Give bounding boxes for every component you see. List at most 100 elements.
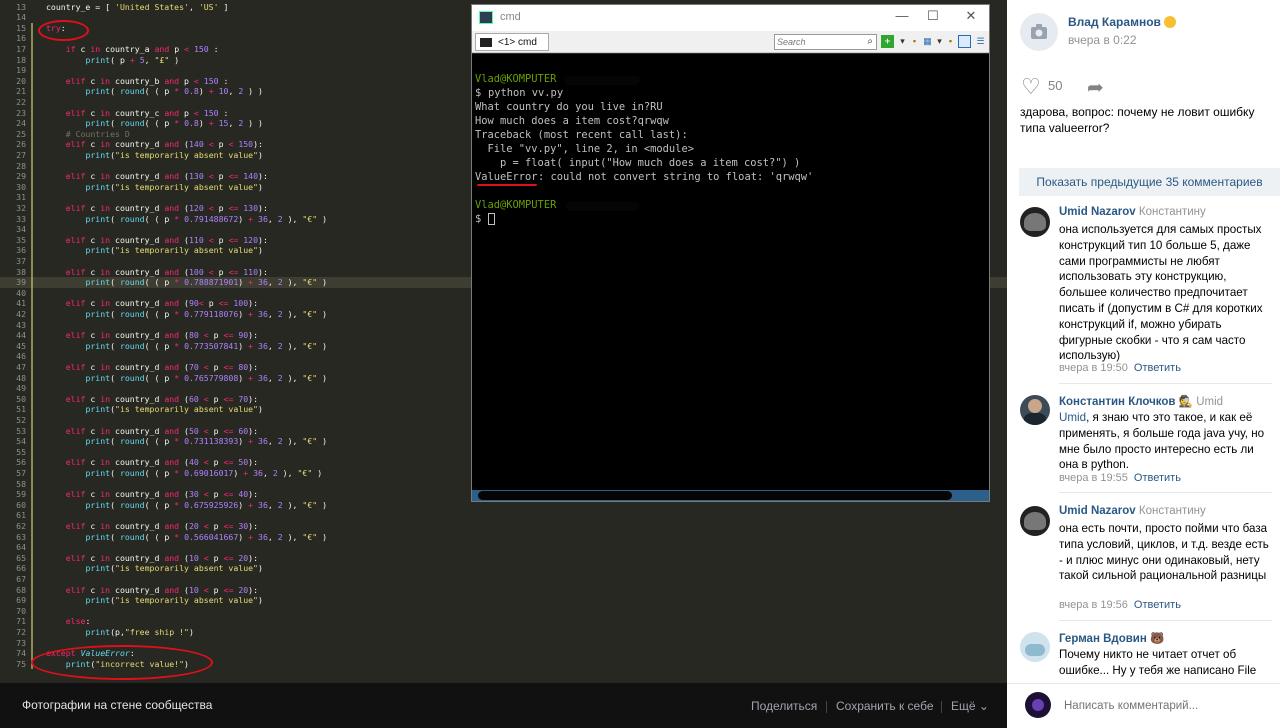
comment-reply-to[interactable]: Константину	[1139, 206, 1206, 218]
terminal-output[interactable]: Vlad@KOMPUTER $ python vv.py What countr…	[472, 54, 989, 490]
code-text: print( round( ( p * 0.765779808) + 36, 2…	[85, 372, 328, 383]
code-text: elif c in country_b and p < 150 :	[65, 75, 229, 86]
modified-line-marker	[31, 234, 33, 246]
maximize-button[interactable]: ☐	[923, 8, 943, 26]
album-caption[interactable]: Фотографии на стене сообщества	[22, 698, 212, 712]
modified-line-marker	[31, 128, 33, 140]
cmder-app-icon	[479, 11, 493, 24]
detective-emoji-icon: 🕵	[1178, 396, 1194, 408]
code-text: print( round( ( p * 0.788871901) + 36, 2…	[85, 277, 328, 288]
comment-author-line: Герман Вдовин 🐻	[1059, 631, 1164, 645]
modified-line-marker	[31, 266, 33, 278]
cmd-titlebar[interactable]: cmd — ☐ ✕	[472, 5, 989, 31]
code-text: elif c in country_d and (140 < p < 150):	[65, 139, 263, 150]
commenter-avatar[interactable]	[1020, 395, 1050, 425]
code-text: # Countries D	[65, 128, 130, 139]
commenter-avatar[interactable]	[1020, 207, 1050, 237]
reply-link[interactable]: Ответить	[1134, 599, 1181, 611]
commenter-avatar[interactable]	[1020, 506, 1050, 536]
annotation-except-circle	[31, 645, 213, 680]
menu-icon[interactable]: ☰	[974, 35, 987, 48]
modified-line-marker	[31, 637, 33, 649]
code-line: 71 else:	[0, 616, 1007, 627]
heart-icon[interactable]: ♡	[1021, 76, 1041, 98]
modified-line-marker	[31, 531, 33, 543]
modified-line-marker	[31, 33, 33, 44]
comment-author[interactable]: Герман Вдовин	[1059, 633, 1147, 645]
redacted-scribble-2	[566, 202, 640, 211]
comment-reply-to[interactable]: Umid	[1196, 396, 1223, 408]
line-number: 36	[16, 245, 26, 256]
search-box[interactable]: ⌕	[774, 34, 877, 50]
comment-mention[interactable]: Umid	[1059, 411, 1086, 424]
commenter-avatar[interactable]	[1020, 632, 1050, 662]
comment-author[interactable]: Константин Клочков	[1059, 396, 1176, 408]
reply-link[interactable]: Ответить	[1134, 362, 1181, 374]
my-avatar[interactable]	[1025, 692, 1051, 718]
modified-line-marker	[31, 415, 33, 426]
comment-reply-to[interactable]: Константину	[1139, 505, 1206, 517]
modified-line-marker	[31, 627, 33, 638]
like-count[interactable]: 50	[1048, 78, 1062, 93]
modified-line-marker	[31, 171, 33, 182]
prompt-symbol-1: $	[475, 87, 482, 99]
cmd-window[interactable]: cmd — ☐ ✕ <1> cmd ⌕ + ▾ ▪ ▦ ▾ ▪ ☰ Vlad@K…	[471, 4, 990, 502]
code-text: print("is temporarily absent value")	[85, 181, 263, 192]
show-previous-comments-button[interactable]: Показать предыдущие 35 комментариев	[1019, 168, 1280, 196]
line-number: 25	[16, 128, 26, 139]
comment-text: она используется для самых простых конст…	[1059, 223, 1263, 363]
modified-line-marker	[31, 22, 33, 34]
reply-link[interactable]: Ответить	[1134, 472, 1181, 484]
code-text: country_e = [ 'United States', 'US' ]	[46, 1, 229, 12]
search-input[interactable]	[777, 36, 863, 48]
comment-input[interactable]	[1064, 697, 1264, 715]
line-number: 35	[16, 234, 26, 245]
line-number: 41	[16, 298, 26, 309]
share-link[interactable]: Поделиться	[751, 699, 817, 713]
bear-emoji-icon: 🐻	[1150, 633, 1165, 645]
avatar-shape	[1024, 213, 1046, 231]
share-arrow-icon[interactable]: ➦	[1087, 75, 1104, 100]
line-number: 38	[16, 266, 26, 277]
search-icon[interactable]: ⌕	[867, 36, 873, 47]
author-avatar[interactable]	[1020, 13, 1058, 51]
lock-icon[interactable]: ▪	[908, 35, 921, 48]
code-line: 61	[0, 510, 1007, 521]
redacted-scribble-3	[478, 491, 952, 500]
modified-line-marker	[31, 118, 33, 129]
new-console-icon[interactable]: +	[881, 35, 894, 48]
window-icon[interactable]	[958, 35, 971, 48]
code-text: elif c in country_d and (70 < p <= 80):	[65, 362, 259, 372]
tab-cmd[interactable]: <1> cmd	[475, 33, 549, 51]
comment-date[interactable]: вчера в 19:50	[1059, 362, 1128, 374]
code-text: print("is temporarily absent value")	[85, 563, 263, 574]
comment-text: она есть почти, просто пойми что база ти…	[1059, 522, 1269, 583]
prompt-user-1: Vlad@KOMPUTER	[475, 73, 557, 85]
modified-line-marker	[31, 65, 33, 76]
comment-date[interactable]: вчера в 19:56	[1059, 599, 1128, 611]
modified-line-marker	[31, 552, 33, 564]
code-text: else:	[65, 616, 91, 627]
modified-line-marker	[31, 595, 33, 606]
minimize-button[interactable]: —	[892, 8, 912, 26]
line-number: 58	[16, 478, 26, 489]
comment-date[interactable]: вчера в 19:55	[1059, 472, 1128, 484]
close-button[interactable]: ✕	[961, 8, 981, 26]
comment-author[interactable]: Umid Nazarov	[1059, 206, 1136, 218]
modified-line-marker	[31, 563, 33, 574]
smile-emoji-icon	[1163, 16, 1176, 28]
comment-author[interactable]: Umid Nazarov	[1059, 505, 1136, 517]
modified-line-marker	[31, 224, 33, 235]
comment-text: Почему никто не читает отчет об ошибке..…	[1059, 648, 1257, 677]
post-author[interactable]: Влад Карамнов	[1068, 15, 1176, 29]
post-date[interactable]: вчера в 0:22	[1068, 33, 1137, 47]
line-number: 37	[16, 256, 26, 266]
lock-icon-2[interactable]: ▪	[944, 35, 957, 48]
more-link[interactable]: Ещё ⌄	[951, 699, 989, 713]
save-link[interactable]: Сохранить к себе	[836, 699, 934, 713]
modified-line-marker	[31, 489, 33, 500]
code-line: 67	[0, 574, 1007, 585]
modified-line-marker	[31, 298, 33, 309]
code-text: elif c in country_d and (50 < p <= 60):	[65, 425, 259, 436]
code-text: print( round( ( p * 0.675925926) + 36, 2…	[85, 499, 328, 510]
